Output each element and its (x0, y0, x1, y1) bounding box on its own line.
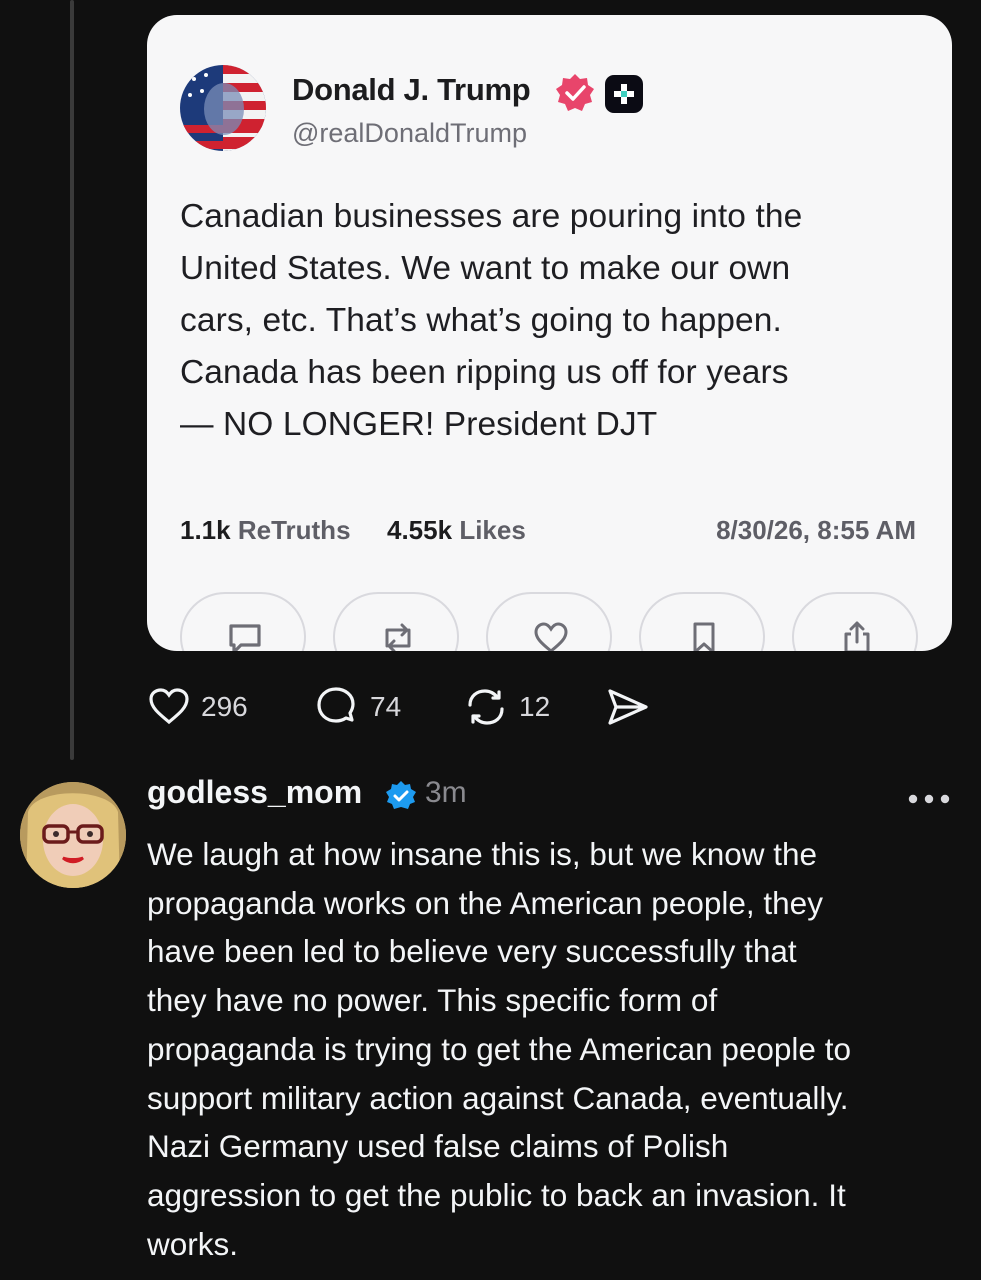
likes-count: 4.55k (387, 515, 453, 545)
comment-button[interactable] (180, 592, 306, 651)
retruths-label: ReTruths (237, 515, 351, 545)
retruth-button[interactable] (333, 592, 459, 651)
verified-badge-icon (386, 781, 416, 809)
like-button[interactable] (486, 592, 612, 651)
embedded-post-text: Canadian businesses are pouring into the… (180, 198, 803, 443)
reply-timestamp: 3m (425, 776, 467, 809)
verified-badge-icon (556, 74, 594, 111)
reply-button[interactable]: 74 (314, 684, 401, 730)
embedded-post-avatar[interactable] (180, 65, 266, 151)
bookmark-button[interactable] (639, 592, 765, 651)
retruth-icon (385, 623, 411, 651)
heart-icon (534, 622, 568, 651)
embedded-post-card[interactable]: Donald J. Trump @realDonaldTrump Canadia… (147, 15, 952, 651)
likes-label: Likes (459, 515, 526, 545)
reply-text: We laugh at how insane this is, but we k… (147, 836, 851, 1262)
embedded-post-stats: 1.1k ReTruths 4.55k Likes (180, 515, 526, 546)
reply-icon (317, 687, 355, 723)
reply-username[interactable]: godless_mom (147, 774, 362, 811)
send-button[interactable] (604, 684, 660, 730)
like-button[interactable]: 296 (147, 684, 248, 730)
plus-badge-icon (605, 75, 643, 113)
thread-line (70, 0, 74, 760)
more-options-icon[interactable] (907, 792, 951, 804)
reply-avatar[interactable] (20, 782, 126, 888)
send-icon (608, 689, 648, 725)
repost-button[interactable]: 12 (463, 684, 550, 730)
embedded-post-timestamp: 8/30/26, 8:55 AM (716, 515, 916, 545)
embedded-post-actions (180, 592, 920, 651)
likes-count: 296 (201, 691, 248, 722)
share-button[interactable] (792, 592, 918, 651)
embedded-post-handle[interactable]: @realDonaldTrump (292, 118, 527, 149)
heart-icon (149, 688, 189, 725)
repost-icon (468, 689, 504, 725)
retruths-count: 1.1k (180, 515, 231, 545)
comment-icon (229, 624, 261, 651)
embedded-post-display-name[interactable]: Donald J. Trump (292, 72, 531, 108)
replies-count: 74 (370, 691, 402, 722)
share-icon (844, 621, 870, 651)
bookmark-icon (693, 622, 715, 651)
reposts-count: 12 (519, 691, 551, 722)
